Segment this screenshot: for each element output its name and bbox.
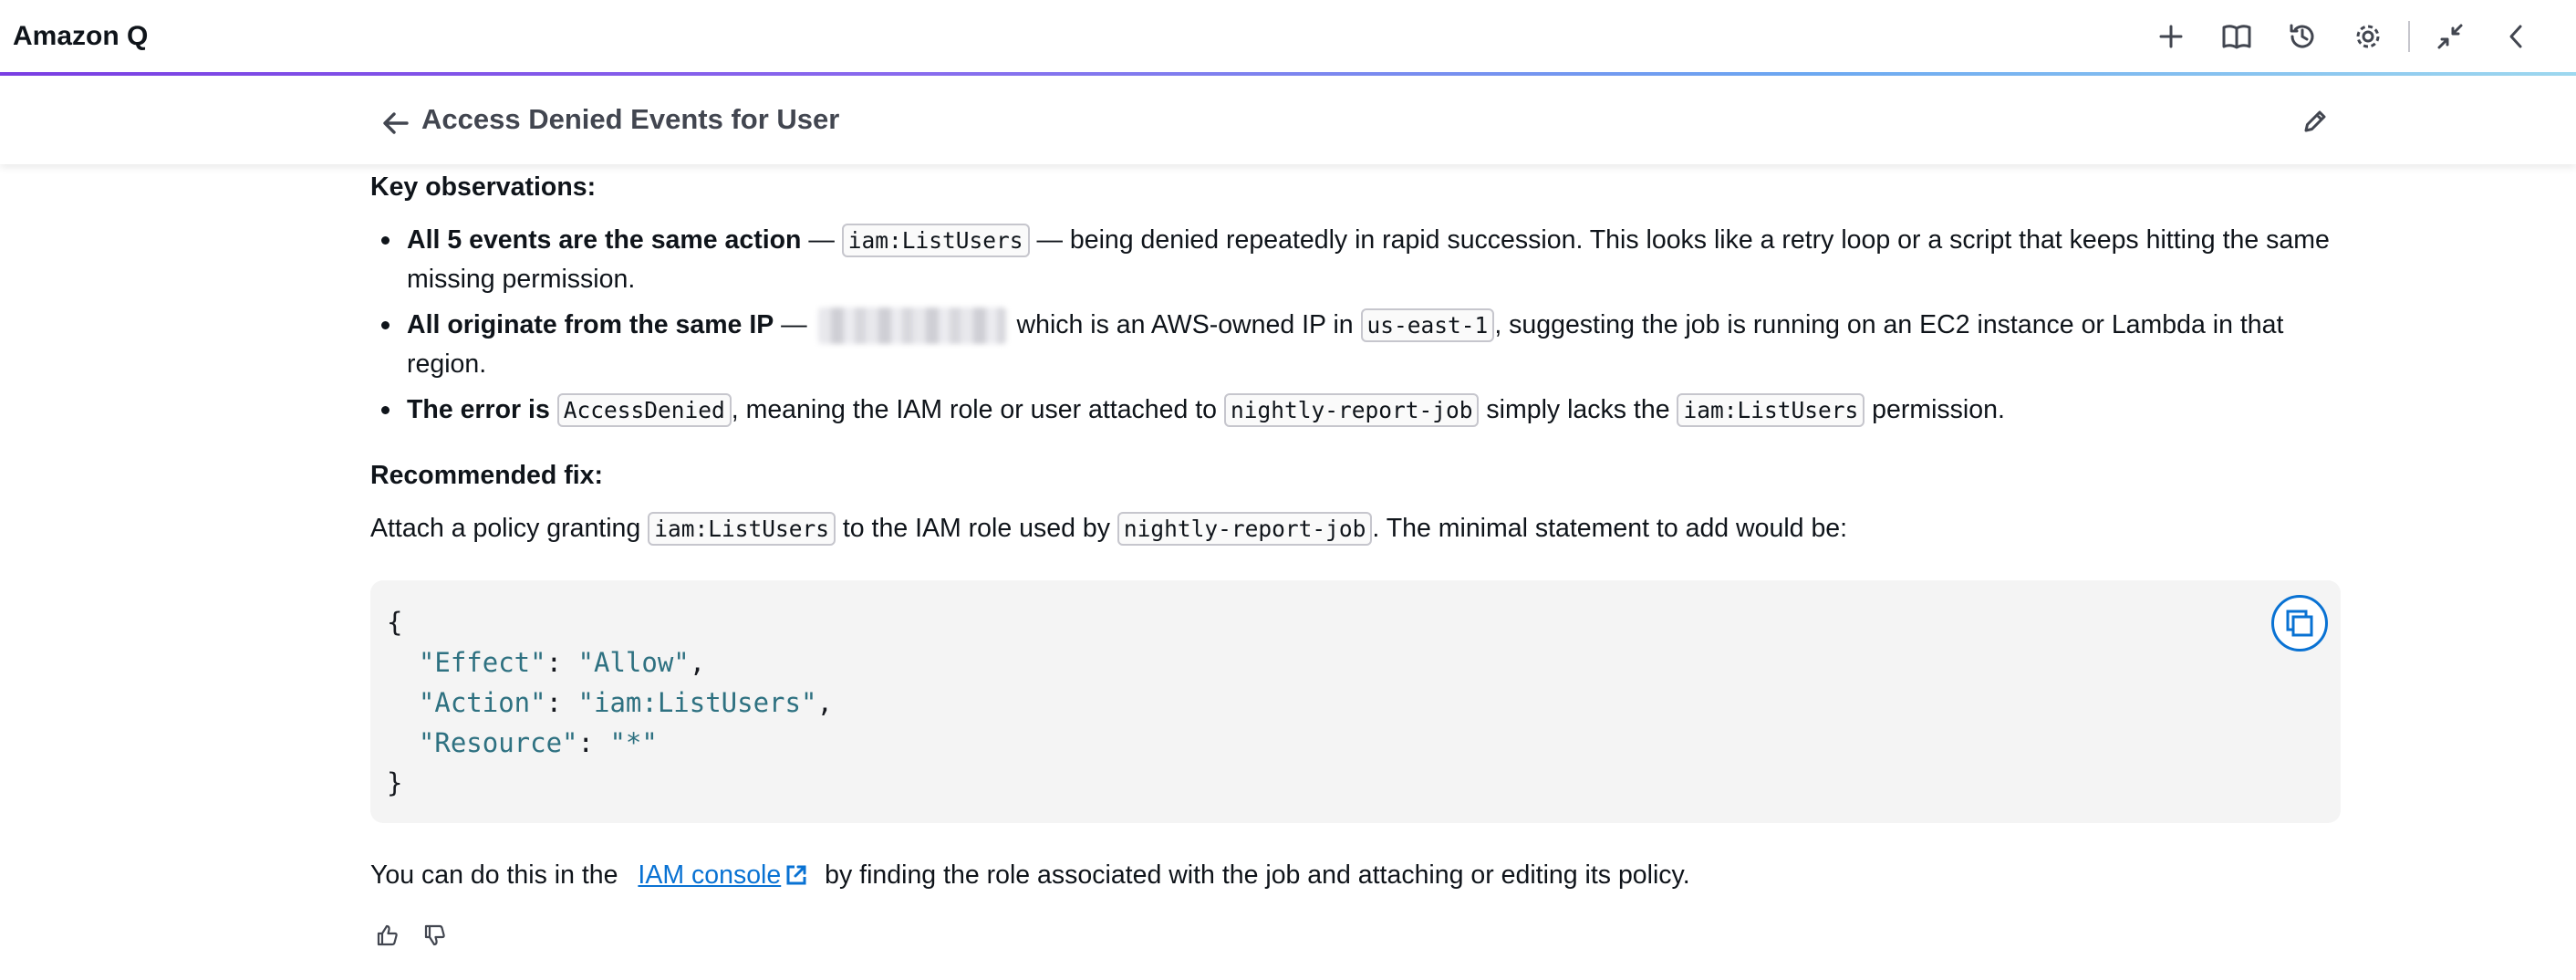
code-punct: , <box>689 647 706 678</box>
code-value: "*" <box>609 727 658 758</box>
list-item: All originate from the same IP — which i… <box>370 306 2341 383</box>
plus-icon <box>2159 25 2183 47</box>
library-button[interactable] <box>2204 9 2270 64</box>
code-value: "Allow" <box>577 647 690 678</box>
toolbar-divider <box>2408 20 2410 52</box>
toolbar <box>2138 9 2549 64</box>
book-icon <box>2222 24 2251 48</box>
app-header: Amazon Q <box>0 0 2576 72</box>
inline-code: AccessDenied <box>556 393 732 427</box>
code-brace-open: { <box>387 607 403 638</box>
closing-paragraph: You can do this in the IAM console by fi… <box>370 856 1690 894</box>
app-title: Amazon Q <box>13 20 149 51</box>
list-item: The error is AccessDenied, meaning the I… <box>370 391 2341 430</box>
history-button[interactable] <box>2270 9 2335 64</box>
minimize-button[interactable] <box>2417 9 2483 64</box>
bullet-text: — <box>774 310 815 339</box>
thumbs-up-icon <box>377 924 398 946</box>
bullet-bold-text: All 5 events are the same action <box>407 225 802 255</box>
conversation-header: Access Denied Events for User <box>0 76 2576 164</box>
gear-icon <box>2356 25 2380 47</box>
paragraph-text: Attach a policy granting <box>370 514 649 543</box>
bullet-text: permission. <box>1864 395 2005 424</box>
code-key: "Action" <box>418 687 546 718</box>
observations-list: All 5 events are the same action — iam:L… <box>370 221 2341 437</box>
redacted-ip-address <box>817 308 1006 345</box>
thumbs-up-button[interactable] <box>370 918 405 953</box>
external-link-icon[interactable] <box>784 863 808 887</box>
arrow-left-icon <box>383 112 409 134</box>
thumbs-down-icon <box>424 924 445 946</box>
bullet-text: — <box>801 225 842 255</box>
list-item: All 5 events are the same action — iam:L… <box>370 221 2341 298</box>
thumbs-down-button[interactable] <box>418 918 452 953</box>
code-brace-close: } <box>387 767 403 798</box>
copy-code-button[interactable] <box>2271 595 2328 652</box>
paragraph-text: You can do this in the <box>370 860 626 890</box>
iam-console-link[interactable]: IAM console <box>625 860 781 890</box>
bullet-text: , meaning the IAM role or user attached … <box>731 395 1224 424</box>
code-key: "Resource" <box>418 727 578 758</box>
minimize-icon <box>2437 24 2463 48</box>
bullet-bold-text: The error is <box>407 395 550 424</box>
back-button[interactable] <box>374 101 418 145</box>
history-icon <box>2290 24 2314 48</box>
chevron-left-icon <box>2509 25 2522 47</box>
code-content[interactable]: { "Effect": "Allow", "Action": "iam:List… <box>387 602 2324 803</box>
code-punct: , <box>816 687 833 718</box>
inline-code: nightly-report-job <box>1117 512 1373 546</box>
feedback-buttons <box>370 918 452 953</box>
bullet-text: simply lacks the <box>1479 395 1678 424</box>
paragraph-text: . The minimal statement to add would be: <box>1372 514 1848 543</box>
inline-code: iam:ListUsers <box>648 512 836 546</box>
edit-title-button[interactable] <box>2293 99 2337 143</box>
conversation-title: Access Denied Events for User <box>421 103 840 135</box>
paragraph-text: to the IAM role used by <box>835 514 1117 543</box>
key-observations-heading: Key observations: <box>370 172 597 202</box>
code-key: "Effect" <box>418 647 546 678</box>
copy-icon <box>2286 610 2313 637</box>
code-block: { "Effect": "Allow", "Action": "iam:List… <box>370 580 2341 823</box>
new-chat-button[interactable] <box>2138 9 2204 64</box>
paragraph-text: by finding the role associated with the … <box>817 860 1690 890</box>
inline-code: nightly-report-job <box>1223 393 1480 427</box>
fix-paragraph: Attach a policy granting iam:ListUsers t… <box>370 509 1847 548</box>
code-value: "iam:ListUsers" <box>577 687 817 718</box>
inline-code: iam:ListUsers <box>1677 393 1865 427</box>
pencil-icon <box>2304 110 2326 132</box>
bullet-bold-text: All originate from the same IP <box>407 310 774 339</box>
recommended-fix-heading: Recommended fix: <box>370 461 603 490</box>
inline-code: us-east-1 <box>1360 308 1495 342</box>
settings-button[interactable] <box>2335 9 2401 64</box>
inline-code: iam:ListUsers <box>841 224 1030 257</box>
bullet-text: which is an AWS-owned IP in <box>1009 310 1361 339</box>
collapse-panel-button[interactable] <box>2483 9 2549 64</box>
